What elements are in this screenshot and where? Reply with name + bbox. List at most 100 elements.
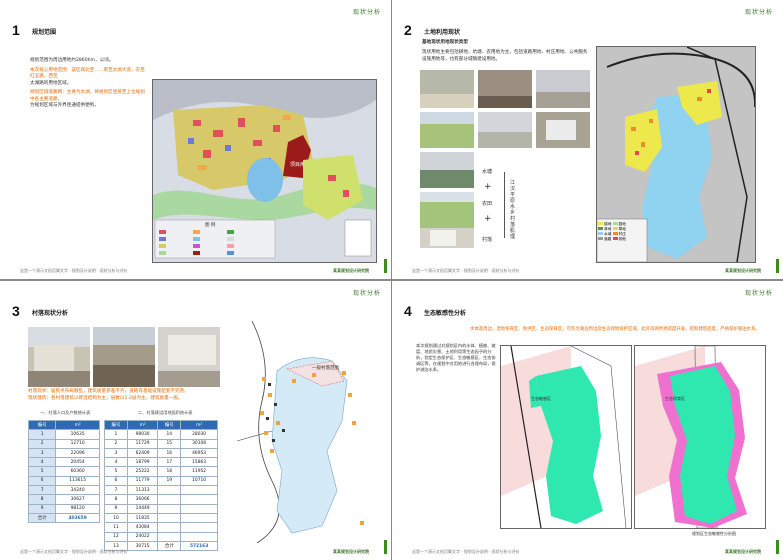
- table-row: 8 30627: [27, 494, 100, 505]
- legend-swatch: [598, 222, 603, 225]
- table1-caption: 一、村落人口及户数统计表: [40, 410, 91, 415]
- table-landarea: 编号 m² 编号 m² 1 98030 14 28030 2 11729 15 30108 3 62…: [104, 419, 218, 552]
- green-accent-bar: [776, 540, 779, 554]
- cell: 34240: [55, 485, 100, 496]
- flow-result: 江汉平原水乡村落肌理: [510, 180, 516, 240]
- paragraph: 本次核心用地范围：该区域北至……南至太湖大道，东至红五路，西至: [30, 67, 145, 80]
- column-header: m²: [180, 419, 218, 431]
- footer: 这是一个演示文档页脚文字 · 规划设计说明 · 现状分析与评价 某某规划设计研究…: [20, 549, 377, 555]
- cell: 22096: [55, 447, 100, 459]
- cell: [180, 503, 218, 514]
- cell: 11: [104, 522, 128, 533]
- flow-step: 村落: [482, 237, 493, 243]
- cell: [180, 531, 218, 542]
- cell: [157, 494, 182, 505]
- plus-icon: +: [484, 214, 492, 224]
- table-row: 1 98030 14 28030: [104, 429, 218, 440]
- banner-text: 水体及周边、湿地保育区、防洪区、生态保育区，可作为湖泊周边及生态绿地保护区域，此…: [470, 327, 760, 332]
- site-photos: [420, 70, 590, 248]
- green-accent-bar: [384, 259, 387, 273]
- cell: 15: [157, 438, 182, 449]
- cell: 14449: [126, 503, 159, 514]
- cell: [157, 485, 182, 496]
- legend-swatch: [612, 237, 618, 240]
- cell: 7: [27, 485, 57, 496]
- cell: 11729: [126, 438, 159, 449]
- column-header: 编号: [157, 419, 182, 431]
- legend-swatch: [612, 232, 618, 235]
- cell: [180, 494, 218, 505]
- table-row: 9 14449: [104, 503, 218, 514]
- cell: 3: [27, 447, 57, 459]
- cell: 7: [104, 485, 128, 496]
- footer-org: 某某规划设计研究院: [725, 268, 761, 273]
- cell: 8: [104, 494, 128, 505]
- map-label: 一般村落范围: [312, 364, 339, 371]
- cell: 36066: [126, 494, 159, 505]
- legend-item: 草地: [618, 227, 626, 231]
- cell: 98030: [126, 429, 159, 440]
- section-number: 1: [12, 22, 20, 38]
- cell: 8: [27, 494, 57, 505]
- legend-item: 其他: [618, 237, 626, 241]
- cell: 11313: [126, 485, 159, 496]
- legend-item: 道路: [604, 237, 612, 241]
- cell: [157, 522, 182, 533]
- footer-text: 这是一个演示文档页脚文字 · 规划设计说明 · 现状分析与评价: [20, 268, 128, 273]
- column-header: 编号: [104, 419, 128, 431]
- cell: 2: [27, 438, 57, 449]
- footer-org: 某某规划设计研究院: [725, 549, 761, 554]
- map-label: 生态敏感区: [531, 395, 551, 401]
- cell: 5: [104, 466, 128, 477]
- legend-swatch: [612, 222, 618, 225]
- legend-item: 耕地: [604, 222, 612, 226]
- section-title: 土地利用现状: [424, 29, 461, 36]
- cell: 4: [27, 457, 57, 468]
- table-row: 11 43084: [104, 522, 218, 533]
- footer-text: 这是一个演示文档页脚文字 · 规划设计说明 · 现状分析与评价: [412, 268, 520, 273]
- cell: 12: [104, 531, 128, 542]
- page-1: 现状分析 1 规划范围 规划范围为周边用地约2860hm，公顷。 本次核心用地范…: [0, 0, 391, 279]
- page-4: 现状分析 4 生态敏感性分析 水体及周边、湿地保育区、防洪区、生态保育区，可作为…: [392, 281, 783, 560]
- village-map-graphic: 一般村落范围: [232, 320, 377, 544]
- cell: 19: [157, 475, 182, 487]
- cell: 3: [104, 447, 128, 459]
- cell: [180, 522, 218, 533]
- cell: 18799: [126, 457, 159, 468]
- cell: [157, 503, 182, 514]
- cell: 60360: [55, 466, 100, 477]
- cell: 10: [104, 512, 128, 524]
- table-row: 12 24022: [104, 531, 218, 542]
- paragraph: 规划区域道路网：主要为太湖，将规划区连接至上位规划中各主要道路，: [30, 90, 145, 102]
- cell: 1: [27, 429, 57, 440]
- intro-text: 规划范围为周边用地约2860hm，公顷。 本次核心用地范围：该区域北至……南至太…: [30, 58, 148, 110]
- cell: 17: [157, 457, 182, 468]
- footer-org: 某某规划设计研究院: [333, 268, 369, 273]
- eco-map-b-graphic: 生态保育区: [635, 346, 765, 528]
- table-row: 2 12710: [27, 438, 100, 449]
- legend-item: 园地: [618, 222, 626, 226]
- cell: 1: [104, 429, 128, 440]
- cell: 10710: [180, 475, 218, 487]
- section-number: 2: [404, 22, 412, 38]
- footer-text: 这是一个演示文档页脚文字 · 规划设计说明 · 现状分析与评价: [412, 549, 520, 554]
- cell: 6: [27, 475, 57, 487]
- eco-map-a-graphic: 生态敏感区: [501, 346, 631, 528]
- flow-step: 水塘: [482, 169, 493, 175]
- planning-map-graphic: 项目用地 图 例: [153, 80, 376, 262]
- map-caption: 规划区生态敏感性分析图: [692, 531, 736, 536]
- cell: 46953: [180, 447, 218, 459]
- section-number: 4: [404, 303, 412, 319]
- cell: 43084: [126, 522, 159, 533]
- header-label: 现状分析: [352, 9, 381, 16]
- table-row: 7 34240: [27, 485, 100, 496]
- note: 现状建筑：各村落建筑以砖混结构为主，层数以1-2层为主，建筑质量一般。: [28, 395, 183, 401]
- cell: 25222: [126, 466, 159, 477]
- header-label: 现状分析: [744, 9, 773, 16]
- section-title: 规划范围: [32, 29, 57, 36]
- legend-title: 图 例: [205, 221, 216, 228]
- cell: 403659: [55, 512, 100, 524]
- cell: [180, 485, 218, 496]
- eco-map-b: 生态保育区: [634, 345, 766, 529]
- cell: 11779: [126, 475, 159, 487]
